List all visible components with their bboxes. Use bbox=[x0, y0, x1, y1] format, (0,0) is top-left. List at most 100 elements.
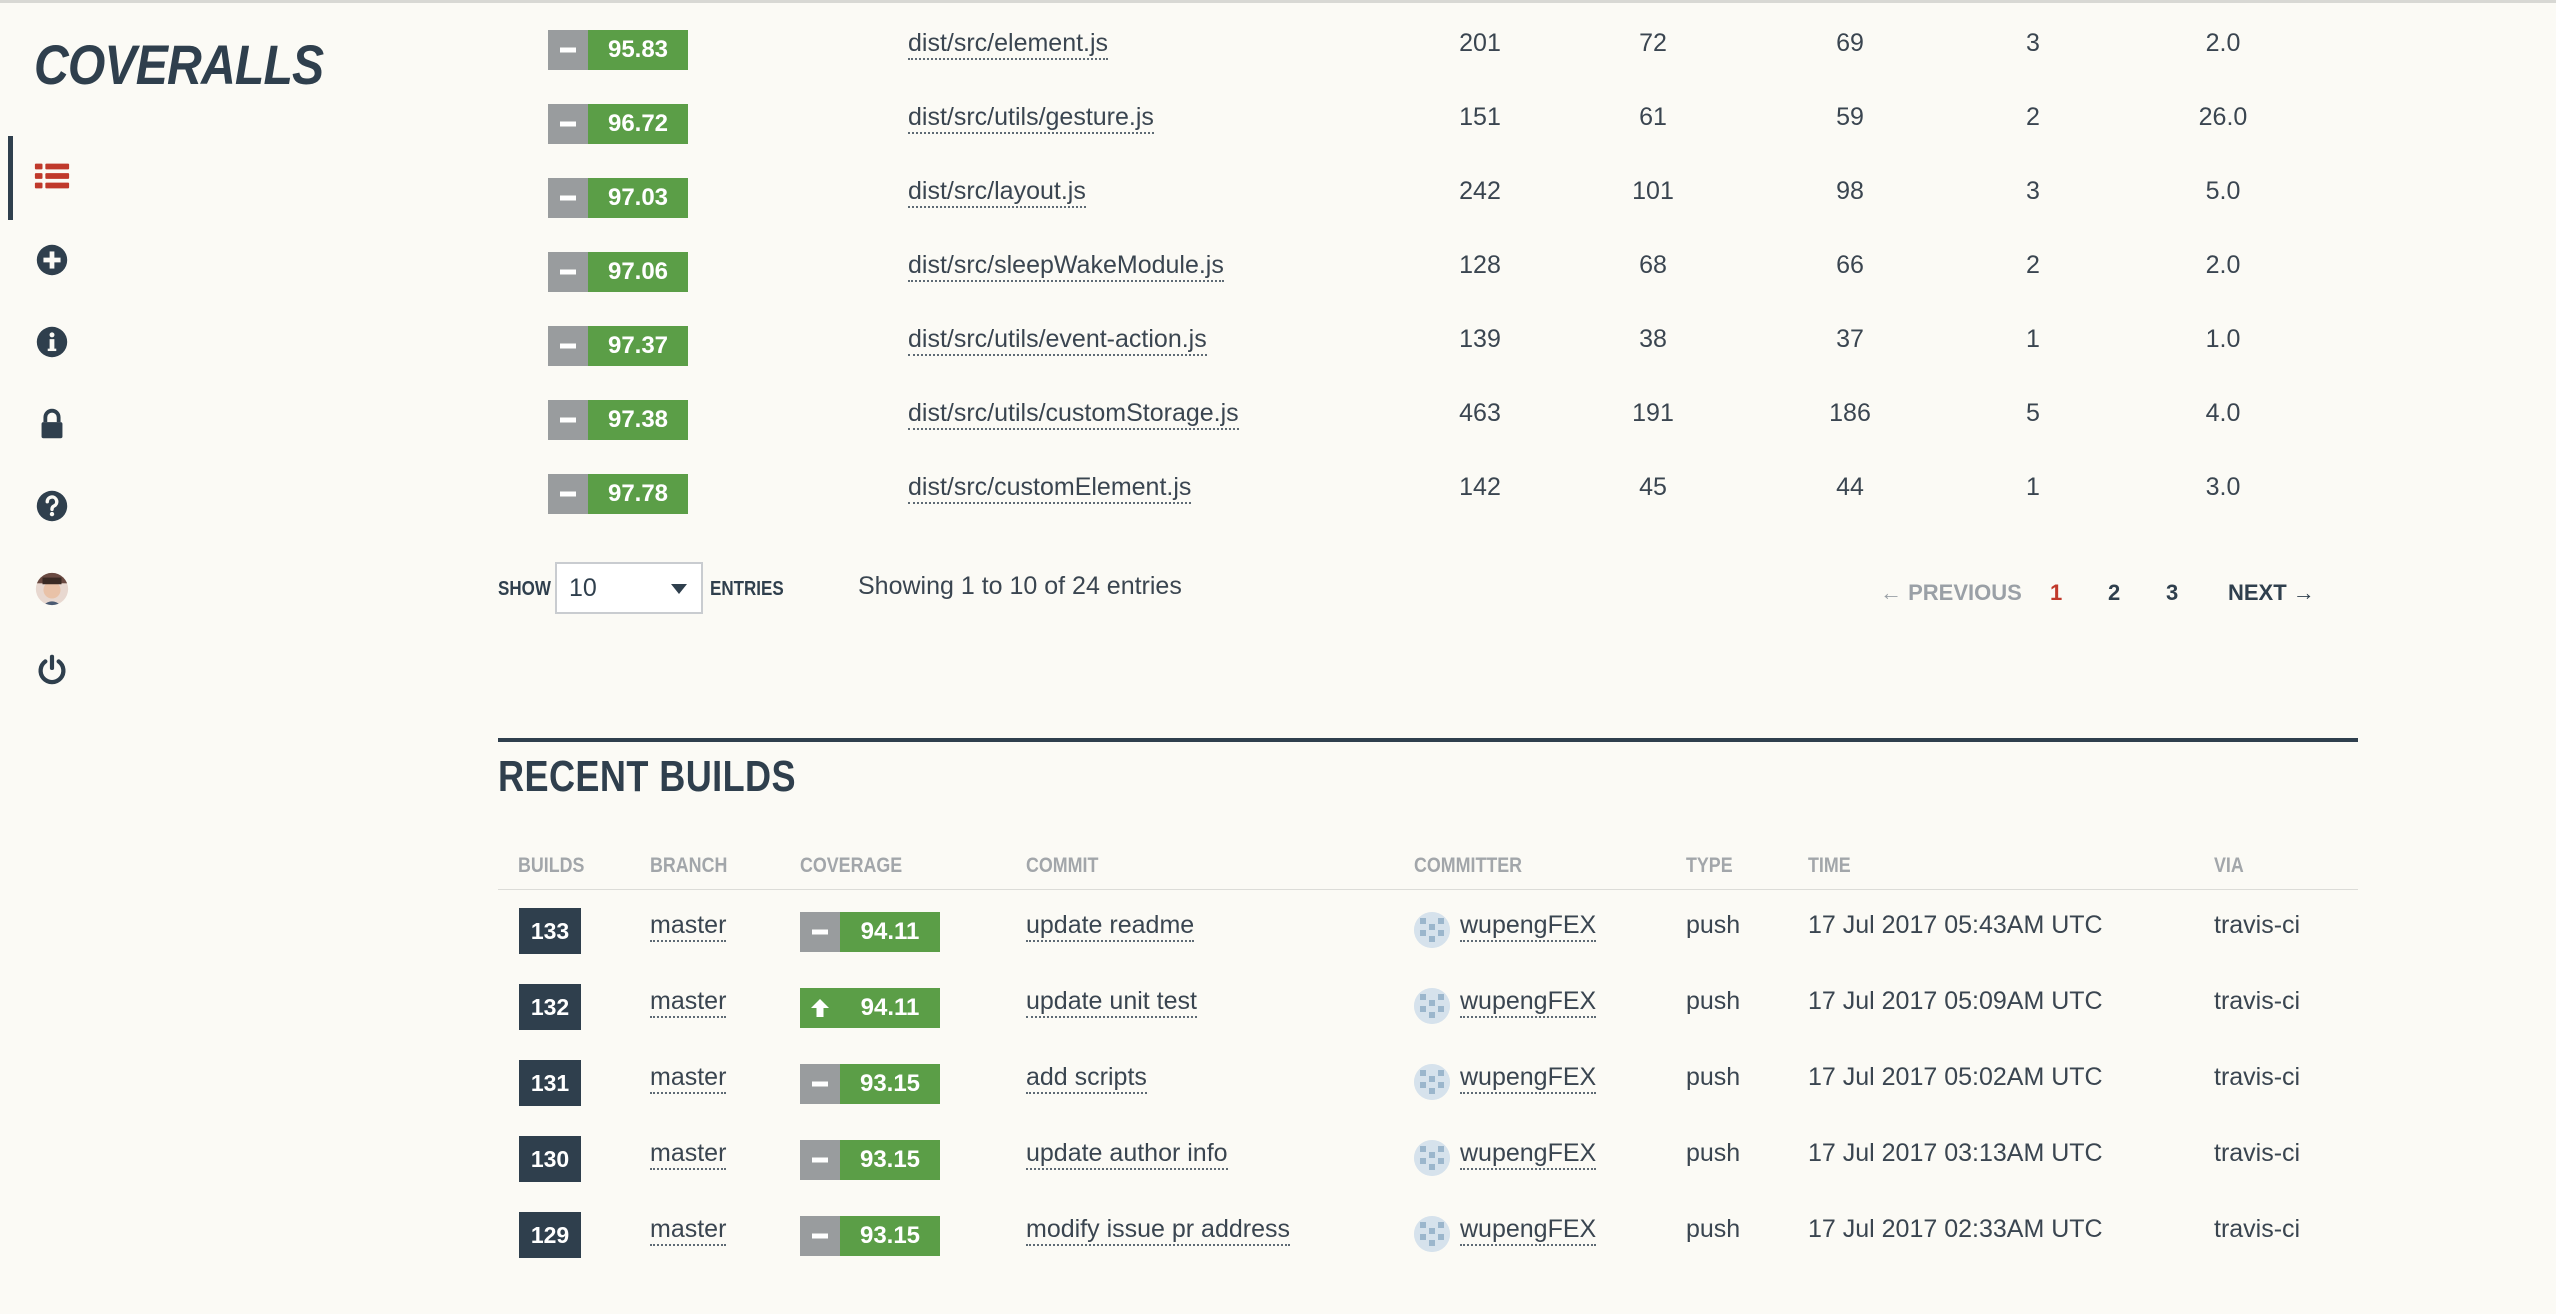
file-row: 97.37 dist/src/utils/event-action.js 139 38… bbox=[0, 320, 2556, 394]
committer-link[interactable]: wupengFEX bbox=[1460, 1214, 1597, 1246]
build-time: 17 Jul 2017 05:43AM UTC bbox=[1808, 911, 2103, 939]
file-path-link[interactable]: dist/src/layout.js bbox=[908, 176, 1086, 208]
build-number-link[interactable]: 133 bbox=[519, 908, 581, 954]
file-relevant: 191 bbox=[1632, 399, 1674, 427]
build-row: 131 master 93.15 add scripts wupengFEX push 17… bbox=[0, 1054, 2556, 1130]
build-via: travis-ci bbox=[2214, 1063, 2301, 1091]
file-relevant: 101 bbox=[1632, 177, 1674, 205]
col-branch[interactable]: BRANCH bbox=[650, 854, 727, 878]
col-type[interactable]: TYPE bbox=[1686, 854, 1733, 878]
file-path-link[interactable]: dist/src/sleepWakeModule.js bbox=[908, 250, 1224, 282]
branch-link[interactable]: master bbox=[650, 910, 727, 942]
build-via: travis-ci bbox=[2214, 1139, 2301, 1167]
build-time: 17 Jul 2017 05:09AM UTC bbox=[1808, 987, 2103, 1015]
file-path-link[interactable]: dist/src/utils/event-action.js bbox=[908, 324, 1207, 356]
file-path-link[interactable]: dist/src/customElement.js bbox=[908, 472, 1192, 504]
chevron-down-icon bbox=[671, 584, 687, 594]
commit-link[interactable]: update author info bbox=[1026, 1138, 1228, 1170]
committer-link[interactable]: wupengFEX bbox=[1460, 1062, 1597, 1094]
committer-link[interactable]: wupengFEX bbox=[1460, 910, 1597, 942]
build-time: 17 Jul 2017 02:33AM UTC bbox=[1808, 1215, 2103, 1243]
build-number-link[interactable]: 130 bbox=[519, 1136, 581, 1182]
build-type: push bbox=[1686, 1139, 1741, 1167]
file-hits: 4.0 bbox=[2205, 399, 2241, 427]
coverage-value: 93.15 bbox=[840, 1140, 940, 1180]
committer-link[interactable]: wupengFEX bbox=[1460, 1138, 1597, 1170]
file-row: 97.03 dist/src/layout.js 242 101 98 3 5.0 bbox=[0, 172, 2556, 246]
file-covered: 186 bbox=[1829, 399, 1871, 427]
branch-link[interactable]: master bbox=[650, 1138, 727, 1170]
header-divider bbox=[498, 889, 2358, 890]
coverage-badge: 93.15 bbox=[800, 1140, 940, 1180]
build-type: push bbox=[1686, 1215, 1741, 1243]
coverage-value: 97.78 bbox=[588, 474, 688, 514]
minus-icon bbox=[800, 1064, 840, 1104]
file-path-link[interactable]: dist/src/element.js bbox=[908, 28, 1109, 60]
minus-icon bbox=[548, 178, 588, 218]
coverage-badge: 97.38 bbox=[548, 400, 688, 440]
minus-icon bbox=[548, 30, 588, 70]
file-lines: 151 bbox=[1459, 103, 1501, 131]
coverage-value: 97.38 bbox=[588, 400, 688, 440]
col-coverage[interactable]: COVERAGE bbox=[800, 854, 902, 878]
section-divider bbox=[498, 738, 2358, 742]
file-missed: 2 bbox=[2026, 103, 2040, 131]
coverage-badge: 93.15 bbox=[800, 1064, 940, 1104]
build-number-link[interactable]: 129 bbox=[519, 1212, 581, 1258]
power-icon[interactable] bbox=[28, 646, 76, 694]
user-avatar[interactable] bbox=[28, 565, 76, 613]
minus-icon bbox=[548, 400, 588, 440]
build-via: travis-ci bbox=[2214, 987, 2301, 1015]
col-builds[interactable]: BUILDS bbox=[518, 854, 584, 878]
file-lines: 463 bbox=[1459, 399, 1501, 427]
table-info: Showing 1 to 10 of 24 entries bbox=[858, 572, 1182, 600]
commit-link[interactable]: update readme bbox=[1026, 910, 1195, 942]
minus-icon bbox=[548, 104, 588, 144]
build-number-link[interactable]: 131 bbox=[519, 1060, 581, 1106]
pagination-page-1[interactable]: 1 bbox=[2050, 580, 2062, 606]
show-label: SHOW bbox=[498, 578, 551, 600]
coverage-badge: 94.11 bbox=[800, 988, 940, 1028]
col-via[interactable]: VIA bbox=[2214, 854, 2244, 878]
build-number-link[interactable]: 132 bbox=[519, 984, 581, 1030]
file-path-link[interactable]: dist/src/utils/customStorage.js bbox=[908, 398, 1239, 430]
file-lines: 128 bbox=[1459, 251, 1501, 279]
commit-link[interactable]: update unit test bbox=[1026, 986, 1197, 1018]
file-lines: 142 bbox=[1459, 473, 1501, 501]
coverage-badge: 97.06 bbox=[548, 252, 688, 292]
recent-builds-title: RECENT BUILDS bbox=[498, 752, 796, 801]
build-type: push bbox=[1686, 1063, 1741, 1091]
file-missed: 5 bbox=[2026, 399, 2040, 427]
minus-icon bbox=[548, 474, 588, 514]
col-committer[interactable]: COMMITTER bbox=[1414, 854, 1522, 878]
pagination-page-2[interactable]: 2 bbox=[2108, 580, 2120, 606]
coverage-badge: 97.37 bbox=[548, 326, 688, 366]
col-time[interactable]: TIME bbox=[1808, 854, 1851, 878]
committer-link[interactable]: wupengFEX bbox=[1460, 986, 1597, 1018]
file-relevant: 38 bbox=[1639, 325, 1667, 353]
branch-link[interactable]: master bbox=[650, 1214, 727, 1246]
minus-icon bbox=[800, 1140, 840, 1180]
commit-link[interactable]: modify issue pr address bbox=[1026, 1214, 1291, 1246]
page-size-value: 10 bbox=[569, 573, 597, 602]
pagination-page-3[interactable]: 3 bbox=[2166, 580, 2178, 606]
col-commit[interactable]: COMMIT bbox=[1026, 854, 1098, 878]
pagination-next[interactable]: NEXT → bbox=[2228, 580, 2315, 606]
commit-link[interactable]: add scripts bbox=[1026, 1062, 1147, 1094]
coverage-value: 94.11 bbox=[840, 912, 940, 952]
file-path-link[interactable]: dist/src/utils/gesture.js bbox=[908, 102, 1154, 134]
minus-icon bbox=[800, 1216, 840, 1256]
page-size-select[interactable]: 10 bbox=[555, 562, 703, 614]
coverage-badge: 93.15 bbox=[800, 1216, 940, 1256]
coverage-value: 96.72 bbox=[588, 104, 688, 144]
build-time: 17 Jul 2017 03:13AM UTC bbox=[1808, 1139, 2103, 1167]
file-covered: 37 bbox=[1836, 325, 1864, 353]
branch-link[interactable]: master bbox=[650, 986, 727, 1018]
build-row: 129 master 93.15 modify issue pr address wup… bbox=[0, 1206, 2556, 1282]
branch-link[interactable]: master bbox=[650, 1062, 727, 1094]
pagination-previous[interactable]: ← PREVIOUS bbox=[1880, 580, 2022, 606]
build-type: push bbox=[1686, 911, 1741, 939]
coverage-value: 97.03 bbox=[588, 178, 688, 218]
file-hits: 1.0 bbox=[2205, 325, 2241, 353]
file-relevant: 61 bbox=[1639, 103, 1667, 131]
